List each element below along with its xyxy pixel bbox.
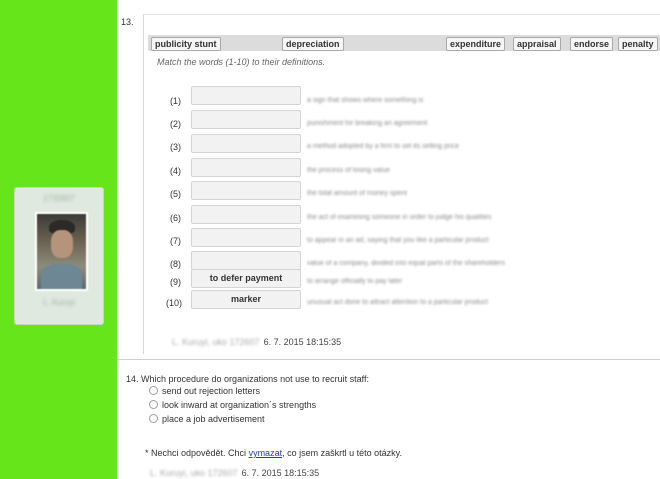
answer-slot-10[interactable]: marker [191,290,301,309]
left-sidebar: 1732607 L. Kuruyi [0,0,117,479]
definition-6: the act of examining someone in order to… [307,214,492,221]
note-text-after: , co jsem zaškrtl u této otázky. [282,448,402,458]
definition-10: unusual act done to attract attention to… [307,299,488,306]
question-14-timestamp-line: L. Kuruyi, uko 172607 6. 7. 2015 18:15:35 [150,468,319,478]
timestamp: 6. 7. 2015 18:15:35 [263,337,342,347]
row-number: (8) [170,259,181,269]
answer-slot-8[interactable] [191,251,301,270]
row-number: (6) [170,213,181,223]
word-chip-penalty[interactable]: penalty [618,37,658,51]
photo-shirt [41,264,82,289]
row-number: (5) [170,189,181,199]
answer-slot-7[interactable] [191,228,301,247]
row-number: (3) [170,142,181,152]
answer-option[interactable]: send out rejection letters [149,386,260,396]
word-chip-appraisal[interactable]: appraisal [513,37,561,51]
photo-face [51,230,73,258]
note-text-before: * Nechci odpovědět. Chci [145,448,249,458]
submitter-name: L. Kuruyi, uko 172607 [150,468,238,478]
question-13-timestamp-line: L. Kuruyi, uko 172607 6. 7. 2015 18:15:35 [172,337,341,347]
answer-slot-6[interactable] [191,205,301,224]
user-name: L. Kuruyi [43,298,75,307]
row-number: (7) [170,236,181,246]
row-number: (9) [170,277,181,287]
row-number: (1) [170,96,181,106]
row-number: (4) [170,166,181,176]
option-label: place a job advertisement [162,414,265,424]
timestamp: 6. 7. 2015 18:15:35 [241,468,320,478]
question-13-instruction: Match the words (1-10) to their definiti… [157,57,326,67]
row-number: (2) [170,119,181,129]
user-id: 1732607 [43,194,75,203]
option-label: send out rejection letters [162,386,261,396]
answer-slot-9[interactable]: to defer payment [191,269,301,288]
answer-slot-2[interactable] [191,110,301,129]
word-chip-endorse[interactable]: endorse [570,37,614,51]
word-chip-expenditure[interactable]: expenditure [446,37,506,51]
user-profile-card: 1732607 L. Kuruyi [14,187,104,325]
user-photo [35,212,88,291]
definition-1: a sign that shows where something is [307,97,424,104]
question-divider [117,359,660,360]
definition-8: value of a company, divided into equal p… [307,260,505,267]
question-13-number: 13. [121,17,134,27]
clear-answer-link[interactable]: vymazat [249,448,283,458]
answer-slot-1[interactable] [191,86,301,105]
word-chip-depreciation[interactable]: depreciation [282,37,344,51]
answer-slot-4[interactable] [191,158,301,177]
option-label: look inward at organization´s strengths [162,400,317,410]
definition-9: to arrange officially to pay later [307,278,403,285]
row-number: (10) [166,298,183,308]
definition-5: the total amount of money spent [307,190,408,197]
answer-slot-5[interactable] [191,181,301,200]
question-14-text: 14. Which procedure do organizations not… [126,374,369,384]
radio-button[interactable] [149,400,158,409]
radio-button[interactable] [149,414,158,423]
definition-7: to appear in an ad, saying that you like… [307,237,489,244]
word-chip-publicity-stunt[interactable]: publicity stunt [151,37,221,51]
definition-4: the process of losing value [307,167,390,174]
submitter-name: L. Kuruyi, uko 172607 [172,337,260,347]
definition-2: punishment for breaking an agreement [307,120,428,127]
definition-3: a method adopted by a firm to set its se… [307,143,460,150]
answer-slot-3[interactable] [191,134,301,153]
clear-answer-note: * Nechci odpovědět. Chci vymazat, co jse… [145,448,402,458]
answer-option[interactable]: look inward at organization´s strengths [149,400,316,410]
radio-button[interactable] [149,386,158,395]
answer-option[interactable]: place a job advertisement [149,414,265,424]
